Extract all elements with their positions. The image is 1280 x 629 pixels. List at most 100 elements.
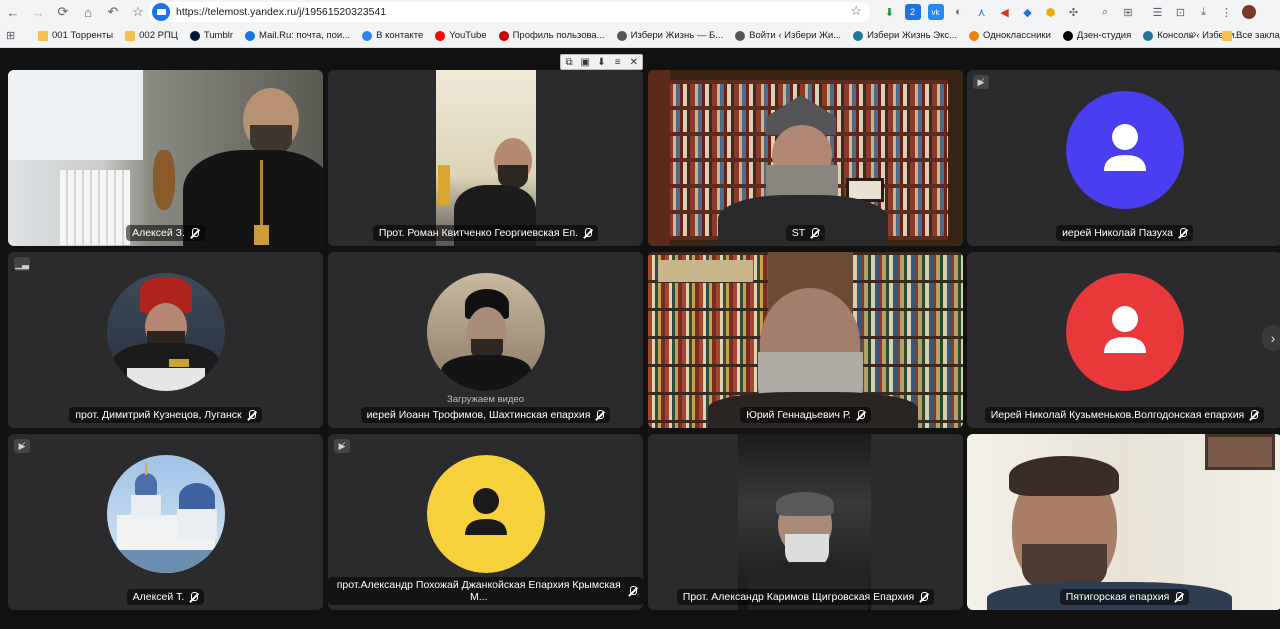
extension-badge-icon[interactable]: 2 [904, 4, 921, 20]
menu-icon[interactable]: ≡ [611, 57, 625, 68]
ghost-extension-icon[interactable]: ◐ [951, 4, 967, 20]
bookmark-item[interactable]: 001 Торренты [38, 30, 113, 41]
participant-name-chip: Алексей З. [126, 225, 205, 241]
bookmark-label: 001 Торренты [52, 30, 114, 41]
participant-name: Пятигорская епархия [1065, 591, 1170, 603]
floating-video-controls: ⧉ ▣ ⬇ ≡ ✕ [560, 54, 643, 70]
participant-tile[interactable]: Алексей З. [8, 70, 323, 246]
bookmark-item[interactable]: Mail.Ru: почта, пои... [245, 30, 350, 41]
name-bar: иерей Иоанн Трофимов, Шахтинская епархия [328, 405, 643, 423]
hex-extension-icon[interactable]: ⬢ [1043, 4, 1059, 20]
participant-tile[interactable]: Прот. Роман Квитченко Георгиевская Еп. [328, 70, 643, 246]
meeting-grid: Алексей З. Прот. Роман Квитченко Георгие… [0, 49, 1280, 629]
participant-photo [106, 455, 225, 573]
bookmark-label: Mail.Ru: почта, пои... [259, 30, 351, 41]
back-icon[interactable]: ← [1, 0, 25, 24]
download-icon[interactable]: ⬇ [594, 57, 608, 68]
participant-name: иерей Николай Пазуха [1062, 227, 1173, 239]
vk-extension-icon[interactable]: vk [927, 4, 944, 20]
crop-icon[interactable]: ⊡ [1173, 4, 1189, 20]
name-bar: Прот. Александр Каримов Щигровская Епарх… [648, 587, 963, 605]
fullscreen-icon[interactable]: ▣ [578, 57, 592, 68]
tumblr-icon [189, 30, 200, 41]
address-bar[interactable]: https://telemost.yandex.ru/j/19561520323… [148, 2, 870, 22]
participant-tile[interactable]: ▁▃ прот. Димитрий Кузнецов, Луганск [8, 252, 323, 428]
default-avatar-icon [1065, 91, 1184, 209]
search-icon[interactable]: ⌕ [1097, 4, 1113, 20]
apps-icon[interactable]: ⊞ [6, 29, 26, 42]
participant-tile[interactable]: ▶̸ прот.Александр Похожай Джанкойская Еп… [328, 434, 643, 610]
folder-icon [125, 30, 136, 41]
mic-muted-icon [810, 227, 820, 239]
bookmark-item[interactable]: Войти ‹ Избери Жи... [735, 30, 841, 41]
pip-icon[interactable]: ⧉ [562, 57, 576, 68]
participant-tile[interactable]: Загружаем видео иерей Иоанн Трофимов, Ша… [328, 252, 643, 428]
globe-icon [735, 30, 746, 41]
bookmark-item[interactable]: Одноклассники [969, 30, 1051, 41]
browser-toolbar: ← → ⟳ ⌂ ↶ ☆ https://telemost.yandex.ru/j… [0, 0, 1280, 24]
participant-tile[interactable]: Пятигорская епархия [967, 434, 1280, 610]
name-bar: иерей Николай Пазуха [967, 223, 1280, 241]
reload-icon[interactable]: ⟳ [51, 0, 75, 24]
participant-name-chip: ST [785, 225, 826, 241]
bookmark-label: 002 РПЦ [139, 30, 178, 41]
participant-tile[interactable]: ▶̸ Алексей Т. [8, 434, 323, 610]
name-bar: Иерей Николай Кузьменьков.Волгодонская е… [967, 405, 1280, 423]
bookmark-item[interactable]: 002 РПЦ [125, 30, 178, 41]
more-bookmarks-icon[interactable]: » [1190, 27, 1197, 41]
bookmark-item[interactable]: Избери Жизнь Экс... [853, 30, 957, 41]
all-bookmarks-label: Все закладки [1236, 30, 1280, 41]
participant-name-chip: Иерей Николай Кузьменьков.Волгодонская е… [984, 407, 1265, 423]
puzzle-icon[interactable]: ✣ [1066, 4, 1082, 20]
participant-name: ST [791, 227, 806, 239]
globe-icon [616, 30, 627, 41]
bookmark-star-icon[interactable]: ☆ [126, 0, 150, 24]
close-icon[interactable]: ✕ [627, 57, 641, 68]
participant-tile[interactable]: Юрий Геннадьевич Р. [648, 252, 963, 428]
default-avatar-icon [1065, 273, 1184, 391]
url-text[interactable]: https://telemost.yandex.ru/j/19561520323… [176, 6, 386, 18]
camera-off-icon: ▶̸ [973, 75, 989, 89]
participant-name-chip: прот. Димитрий Кузнецов, Луганск [69, 407, 262, 423]
next-page-button[interactable]: › [1262, 325, 1280, 351]
undo-icon[interactable]: ↶ [101, 0, 125, 24]
bookmark-item[interactable]: YouTube [435, 30, 487, 41]
name-bar: прот.Александр Похожай Джанкойская Епарх… [328, 575, 643, 605]
bookmark-item[interactable]: Tumblr [189, 30, 233, 41]
apps-grid-icon[interactable]: ⊞ [1120, 4, 1136, 20]
bookmark-item[interactable]: В контакте [362, 30, 423, 41]
participant-name-chip: Алексей Т. [126, 589, 205, 605]
default-avatar-icon [426, 455, 545, 573]
download-green-icon[interactable]: ⬇ [882, 4, 898, 20]
wordpress-icon [1143, 30, 1154, 41]
participant-name-chip: Прот. Роман Квитченко Георгиевская Еп. [372, 225, 599, 241]
forward-icon[interactable]: → [26, 0, 50, 24]
bookmark-item[interactable]: Дзен-студия [1062, 30, 1131, 41]
star-icon[interactable]: ☆ [850, 3, 862, 19]
participant-tile[interactable]: ▶̸ иерей Николай Пазуха [967, 70, 1280, 246]
megaphone-extension-icon[interactable]: ◀ [997, 4, 1013, 20]
mic-muted-icon [583, 227, 593, 239]
mic-muted-icon [1178, 227, 1187, 239]
folder-icon [38, 30, 48, 41]
shield-extension-icon[interactable]: ◆ [1020, 4, 1036, 20]
cursor-extension-icon[interactable]: ⋏ [974, 4, 990, 20]
mic-muted-icon [247, 409, 256, 421]
home-icon[interactable]: ⌂ [76, 0, 100, 24]
all-bookmarks-folder[interactable]: Все закладки [1222, 30, 1280, 41]
bookmark-label: Одноклассники [983, 30, 1051, 41]
profile-avatar[interactable] [1242, 5, 1256, 19]
bookmark-item[interactable]: Избери Жизнь — Б... [616, 30, 724, 41]
participant-tile[interactable]: ST [648, 70, 963, 246]
participant-tile[interactable]: Иерей Николай Кузьменьков.Волгодонская е… [967, 252, 1280, 428]
menu-dots-icon[interactable]: ⋮ [1219, 4, 1235, 20]
bookmark-label: Избери Жизнь — Б... [630, 30, 724, 41]
participant-tile[interactable]: Прот. Александр Каримов Щигровская Епарх… [648, 434, 963, 610]
bookmark-item[interactable]: Профиль пользова... [498, 30, 605, 41]
mic-muted-icon [190, 227, 199, 239]
name-bar: Прот. Роман Квитченко Георгиевская Еп. [328, 223, 643, 241]
downloads-icon[interactable]: ⤓ [1196, 4, 1212, 20]
participant-name-chip: прот.Александр Похожай Джанкойская Епарх… [328, 577, 643, 605]
mic-muted-icon [1249, 409, 1259, 421]
reading-list-icon[interactable]: ☰ [1150, 4, 1166, 20]
